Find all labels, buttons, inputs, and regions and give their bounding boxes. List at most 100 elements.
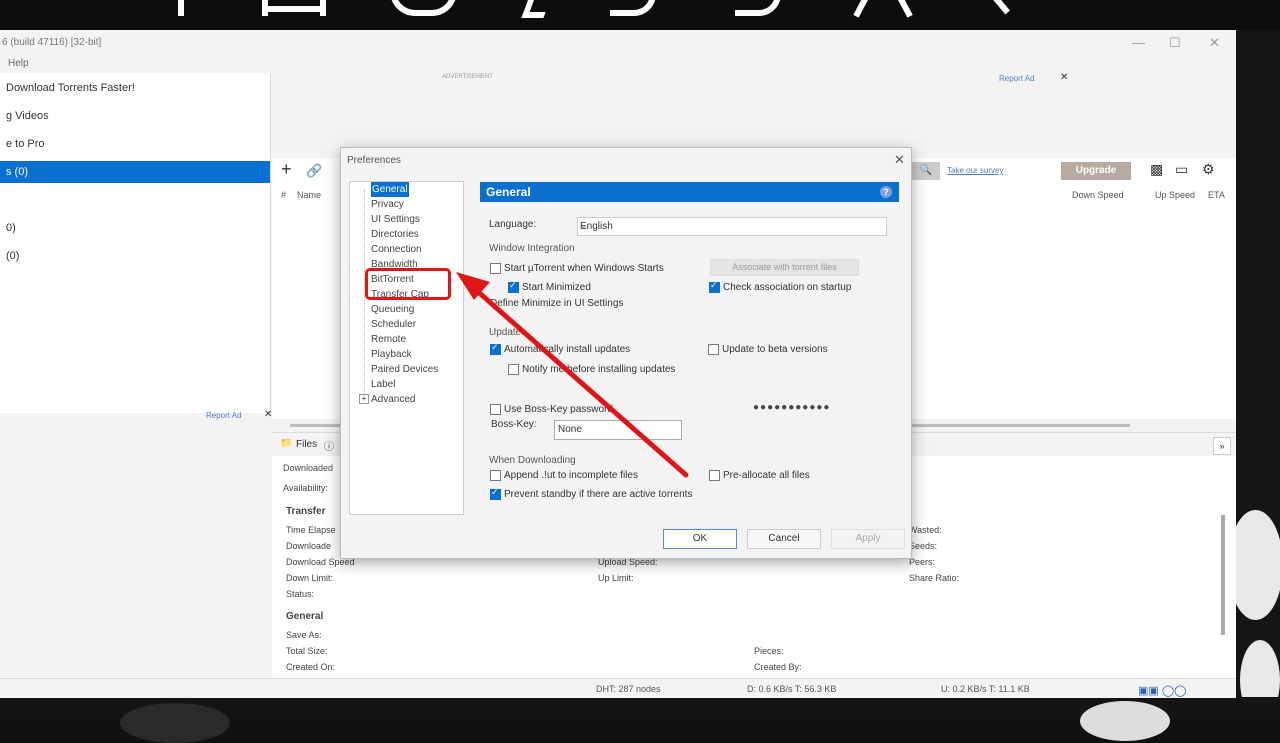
vertical-scrollbar[interactable] — [1221, 515, 1225, 635]
sidebar-item-download-faster[interactable]: Download Torrents Faster! — [0, 77, 270, 99]
col-num[interactable]: # — [281, 190, 286, 200]
col-up-speed[interactable]: Up Speed — [1155, 190, 1195, 200]
wasted-label: Wasted: — [909, 525, 942, 535]
beta-updates-checkbox[interactable] — [708, 344, 719, 355]
boss-key-input[interactable]: None — [554, 420, 682, 440]
password-field[interactable]: ●●●●●●●●●●● — [753, 402, 830, 413]
search-icon[interactable]: 🔍 — [912, 162, 940, 180]
status-bar: DHT: 287 nodes D: 0.6 KB/s T: 56.3 KB U:… — [0, 678, 1236, 698]
info-icon[interactable]: ⓘ — [324, 438, 334, 453]
ad-banner: ADVERTISEMENT Report Ad ✕ — [272, 72, 1236, 158]
language-select[interactable]: English ⌄ — [577, 217, 887, 236]
tree-item-directories[interactable]: Directories — [371, 227, 419, 242]
apply-button[interactable]: Apply — [831, 529, 905, 549]
check-association-checkbox[interactable] — [709, 280, 720, 293]
general-heading: General — [286, 611, 324, 622]
sidebar-item-label: Download Torrents Faster! — [6, 82, 135, 94]
sidebar-item-feeds[interactable]: 0) — [0, 217, 270, 239]
prevent-standby-label: Prevent standby if there are active torr… — [504, 489, 693, 500]
notify-before-label: Notify me before installing updates — [522, 364, 676, 375]
gear-icon[interactable]: ⚙ — [1202, 161, 1215, 178]
upload-status: U: 0.2 KB/s T: 11.1 KB — [941, 684, 1030, 694]
sidebar-item-upgrade-pro[interactable]: e to Pro — [0, 133, 270, 155]
peers-label: Peers: — [909, 557, 936, 567]
append-ut-checkbox[interactable] — [490, 470, 501, 481]
prevent-standby-checkbox[interactable] — [490, 487, 501, 500]
close-button[interactable]: ✕ — [1209, 35, 1220, 51]
collapse-panel-button[interactable]: » — [1213, 437, 1231, 455]
downloaded-label: Downloaded — [283, 463, 334, 473]
expand-icon[interactable]: + — [359, 394, 369, 404]
tree-item-privacy[interactable]: Privacy — [371, 197, 404, 212]
sidebar-item-torrents[interactable]: s (0) — [0, 161, 270, 183]
dialog-close-icon[interactable]: ✕ — [894, 152, 905, 168]
total-size-label: Total Size: — [286, 646, 328, 656]
tree-item-ui-settings[interactable]: UI Settings — [371, 212, 420, 227]
tree-item-remote[interactable]: Remote — [371, 332, 406, 347]
sidebar-item-devices[interactable]: (0) — [0, 245, 270, 267]
preallocate-label: Pre-allocate all files — [723, 470, 810, 481]
maximize-button[interactable]: ☐ — [1169, 35, 1181, 51]
preferences-dialog: Preferences ✕ General Privacy UI Setting… — [340, 147, 912, 559]
language-label: Language: — [489, 219, 537, 230]
tab-files[interactable]: Files — [296, 439, 317, 450]
window-title: 6 (build 47116) [32-bit] — [2, 37, 102, 48]
preallocate-checkbox[interactable] — [709, 470, 720, 481]
tree-item-queueing[interactable]: Queueing — [371, 302, 414, 317]
survey-link[interactable]: Take our survey — [947, 166, 1003, 175]
tree-item-advanced[interactable]: Advanced — [371, 392, 415, 407]
col-name[interactable]: Name — [297, 190, 321, 200]
menu-help[interactable]: Help — [8, 58, 29, 69]
dht-status: DHT: 287 nodes — [596, 684, 661, 694]
associate-button[interactable]: Associate with torrent files — [710, 259, 859, 276]
up-limit-label: Up Limit: — [598, 573, 634, 583]
status-label: Status: — [286, 589, 315, 599]
report-ad-link[interactable]: Report Ad — [206, 411, 242, 420]
ad-label: ADVERTISEMENT — [442, 74, 493, 80]
pieces-label: Pieces: — [754, 646, 784, 656]
section-title: General — [486, 185, 531, 199]
boss-key-label: Boss-Key: — [491, 419, 537, 430]
start-with-windows-checkbox[interactable] — [490, 263, 501, 274]
monitor-icon[interactable]: ▭ — [1175, 161, 1188, 178]
social-icons[interactable]: ▣▣ ◯◯ — [1138, 684, 1186, 697]
downloaded2-label: Downloade — [286, 541, 332, 551]
add-torrent-icon[interactable]: + — [281, 159, 292, 180]
auto-install-label: Automatically install updates — [504, 344, 631, 355]
start-minimized-checkbox[interactable] — [508, 280, 519, 293]
tree-item-general[interactable]: General — [371, 182, 409, 197]
download-status: D: 0.6 KB/s T: 56.3 KB — [747, 684, 837, 694]
sidebar-item-label: e to Pro — [6, 138, 45, 150]
sidebar-item-label: (0) — [6, 250, 20, 262]
append-ut-label: Append .!ut to incomplete files — [504, 470, 638, 481]
created-on-label: Created On: — [286, 662, 336, 672]
tree-item-label[interactable]: Label — [371, 377, 395, 392]
menu-bar: Help — [0, 56, 1236, 72]
tree-item-paired-devices[interactable]: Paired Devices — [371, 362, 438, 377]
close-ad-icon[interactable]: ✕ — [1060, 72, 1068, 83]
col-eta[interactable]: ETA — [1208, 190, 1225, 200]
tree-item-scheduler[interactable]: Scheduler — [371, 317, 416, 332]
sidebar-item-videos[interactable]: g Videos — [0, 105, 270, 127]
minimize-button[interactable]: — — [1132, 35, 1145, 50]
cancel-button[interactable]: Cancel — [747, 529, 821, 549]
chat-icon[interactable]: ▩ — [1150, 161, 1163, 178]
ok-button[interactable]: OK — [663, 529, 737, 549]
upgrade-button[interactable]: Upgrade — [1061, 162, 1131, 180]
transfer-heading: Transfer — [286, 506, 326, 517]
help-icon[interactable]: ? — [880, 186, 892, 198]
share-ratio-label: Share Ratio: — [909, 573, 960, 583]
tree-item-playback[interactable]: Playback — [371, 347, 412, 362]
notify-before-checkbox[interactable] — [508, 364, 519, 375]
report-ad-link[interactable]: Report Ad — [999, 74, 1035, 83]
sidebar-item-label: s (0) — [6, 166, 28, 178]
availability-label: Availability: — [283, 483, 328, 493]
add-link-icon[interactable]: 🔗 — [306, 163, 322, 179]
col-down-speed[interactable]: Down Speed — [1072, 190, 1124, 200]
auto-install-checkbox[interactable] — [490, 342, 501, 355]
tree-item-connection[interactable]: Connection — [371, 242, 422, 257]
title-bar: 6 (build 47116) [32-bit] — ☐ ✕ — [0, 30, 1236, 56]
beta-updates-label: Update to beta versions — [722, 344, 828, 355]
sidebar-item-label: g Videos — [6, 110, 49, 122]
boss-key-checkbox[interactable] — [490, 404, 501, 415]
